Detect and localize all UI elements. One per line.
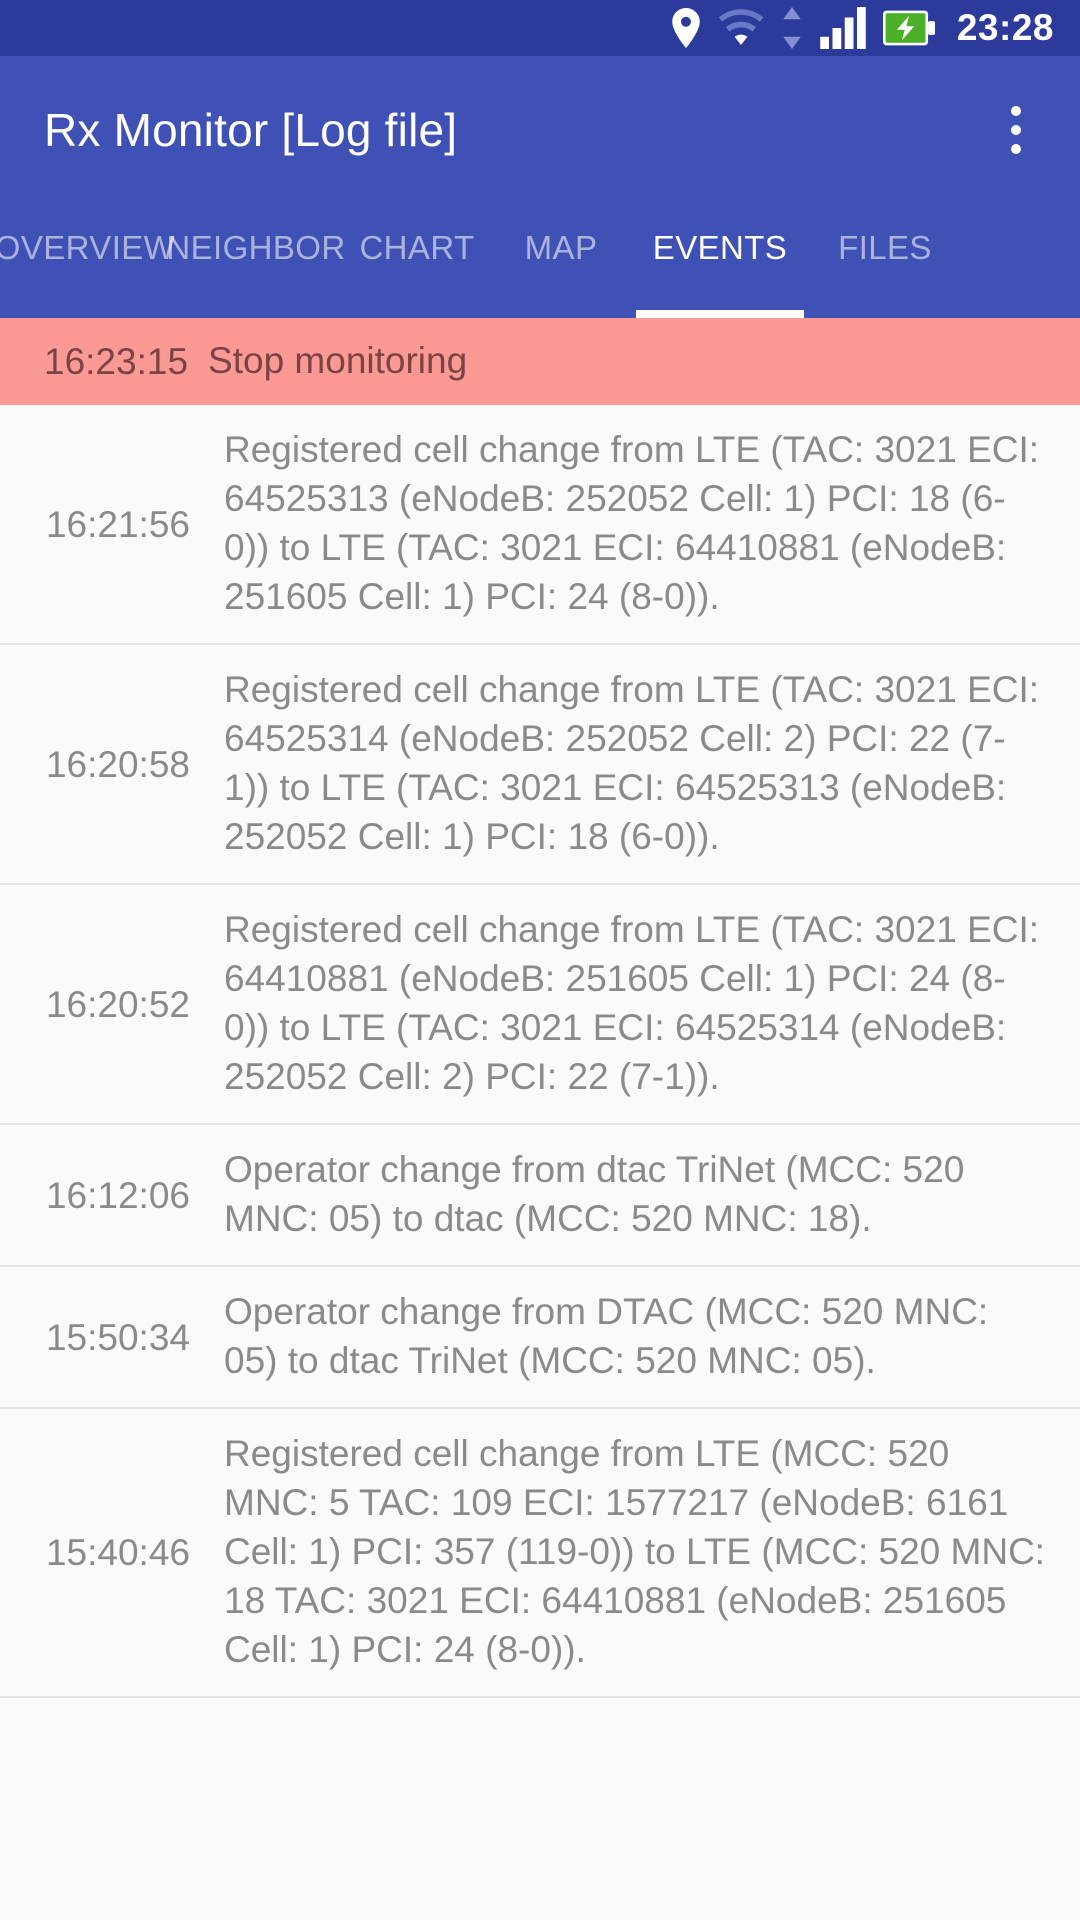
table-row[interactable]: 15:50:34 Operator change from DTAC (MCC:… [0, 1267, 1080, 1409]
event-time: 16:12:06 [45, 1174, 190, 1216]
event-list: 16:23:15 Stop monitoring 16:21:56 Regist… [0, 318, 1080, 1698]
table-row[interactable]: 16:20:58 Registered cell change from LTE… [0, 645, 1080, 885]
event-description: Registered cell change from LTE (TAC: 30… [224, 669, 1040, 857]
status-bar-clock: 23:28 [956, 7, 1054, 48]
event-description: Stop monitoring [208, 340, 468, 381]
event-description: Operator change from dtac TriNet (MCC: 5… [224, 1149, 965, 1239]
wifi-icon [717, 8, 765, 48]
tab-bar: OVERVIEW NEIGHBOR CHART MAP EVENTS FILES [0, 203, 1080, 318]
event-description: Registered cell change from LTE (TAC: 30… [224, 429, 1040, 617]
table-row[interactable]: 16:21:56 Registered cell change from LTE… [0, 405, 1080, 645]
event-time: 15:50:34 [45, 1316, 190, 1358]
app-bar: Rx Monitor [Log file] [0, 56, 1080, 203]
event-description: Registered cell change from LTE (TAC: 30… [224, 909, 1040, 1097]
tab-neighbor[interactable]: NEIGHBOR [166, 229, 345, 318]
status-bar: 23:28 [0, 0, 1080, 56]
event-description: Registered cell change from LTE (MCC: 52… [224, 1433, 1046, 1670]
overflow-dot-3 [1011, 143, 1021, 154]
cellular-signal-icon [819, 7, 867, 49]
overflow-dot-1 [1011, 105, 1021, 116]
event-time: 16:20:58 [45, 743, 190, 785]
location-pin-icon [671, 8, 701, 48]
overflow-dot-2 [1011, 124, 1021, 135]
tab-files[interactable]: FILES [810, 229, 960, 318]
event-description: Operator change from DTAC (MCC: 520 MNC:… [224, 1291, 989, 1381]
event-time: 16:20:52 [45, 983, 190, 1025]
table-row[interactable]: 15:40:46 Registered cell change from LTE… [0, 1409, 1080, 1698]
data-transfer-arrows-icon [781, 7, 803, 49]
tab-map[interactable]: MAP [492, 229, 630, 318]
tab-chart[interactable]: CHART [342, 229, 492, 318]
event-time: 16:23:15 [44, 341, 189, 382]
tab-events[interactable]: EVENTS [630, 229, 810, 318]
page-title: Rx Monitor [Log file] [44, 103, 458, 156]
tab-overview[interactable]: OVERVIEW [0, 229, 175, 318]
table-row[interactable]: 16:20:52 Registered cell change from LTE… [0, 885, 1080, 1125]
overflow-menu-icon[interactable] [986, 85, 1046, 175]
event-time: 16:21:56 [45, 503, 190, 545]
table-row[interactable]: 16:23:15 Stop monitoring [0, 318, 1080, 405]
table-row[interactable]: 16:12:06 Operator change from dtac TriNe… [0, 1125, 1080, 1267]
battery-charging-icon [882, 10, 935, 46]
event-time: 15:40:46 [45, 1532, 190, 1573]
